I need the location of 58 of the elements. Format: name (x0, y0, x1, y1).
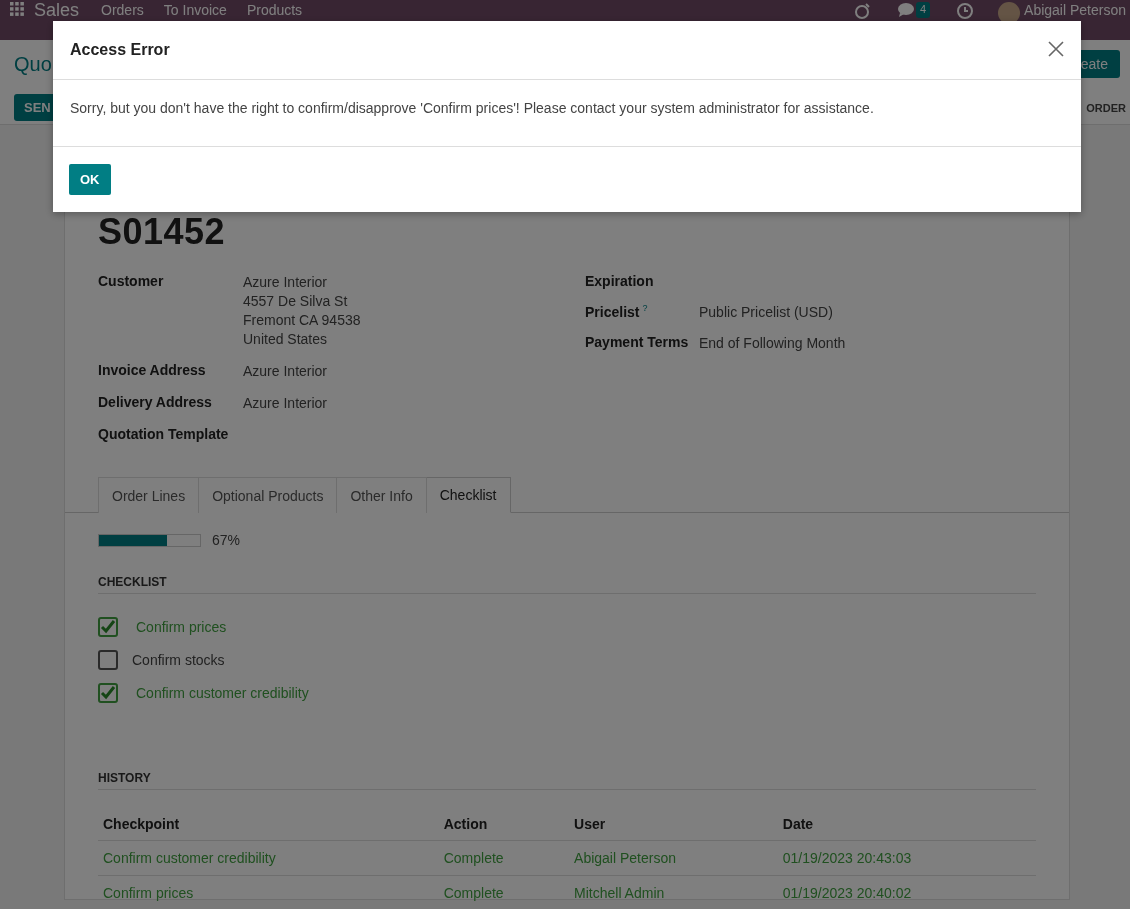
dialog-message: Sorry, but you don't have the right to confirm/disapprove 'Confirm prices'! Please contact your system administrator for assistance. (70, 100, 874, 116)
chat-icon[interactable] (896, 2, 915, 18)
checklist-label[interactable]: Confirm prices (136, 618, 227, 635)
field-value: End of Following Month (699, 335, 847, 351)
checklist-label[interactable]: Confirm stocks (132, 651, 225, 668)
table-cell: Abigail Peterson (569, 840, 778, 876)
table-cell: Confirm customer credibility (98, 840, 439, 876)
user-name[interactable]: Abigail Peterson (1024, 2, 1126, 19)
column-header: Date (777, 806, 1036, 841)
field-value: Azure Interior (243, 274, 329, 290)
checkbox[interactable] (98, 616, 118, 637)
menu-item[interactable]: Orders (101, 2, 144, 19)
checklist-label[interactable]: Confirm customer credibility (136, 684, 309, 701)
tab[interactable]: Order Lines (98, 477, 200, 513)
column-header: Checkpoint (98, 806, 439, 841)
table-cell: Mitchell Admin (569, 875, 778, 909)
table-cell: 01/19/2023 20:43:03 (777, 840, 1036, 876)
order-button[interactable]: ORDER (1086, 95, 1126, 120)
activity-icon[interactable] (852, 2, 871, 20)
field-value: Azure Interior (243, 363, 329, 379)
field-value: United States (243, 331, 329, 347)
clock-icon[interactable] (956, 2, 975, 20)
field-label: Invoice Address (98, 362, 206, 378)
dialog-title: Access Error (70, 41, 170, 59)
column-header: Action (438, 806, 570, 841)
checkbox[interactable] (98, 682, 118, 703)
record-title: S01452 (98, 211, 227, 253)
table-cell: Complete (438, 840, 570, 876)
table-cell: 01/19/2023 20:40:02 (777, 875, 1036, 909)
tab[interactable]: Other Info (337, 477, 427, 513)
tab[interactable]: Checklist (426, 477, 511, 513)
breadcrumb[interactable]: Quo (14, 52, 52, 76)
column-header: User (569, 806, 778, 841)
field-value: Public Pricelist (USD) (699, 304, 834, 320)
field-label: Delivery Address (98, 394, 212, 410)
field-label: Customer (98, 273, 164, 289)
table-cell: Confirm prices (98, 875, 439, 909)
app-name[interactable]: Sales (34, 2, 80, 19)
user-avatar[interactable] (998, 2, 1021, 24)
section-title: CHECKLIST (98, 575, 1036, 594)
field-value: 4557 De Silva St (243, 293, 349, 309)
menu-item[interactable]: To Invoice (163, 2, 227, 19)
field-label: Quotation Template (98, 426, 229, 442)
apps-menu-icon[interactable] (10, 2, 24, 16)
checkbox[interactable] (98, 649, 118, 670)
field-value: Fremont CA 94538 (243, 312, 362, 328)
message-count-badge: 4 (915, 2, 931, 18)
field-label: Payment Terms (585, 334, 689, 350)
ok-button[interactable]: OK (69, 164, 111, 195)
table-cell: Complete (438, 875, 570, 909)
menu-item[interactable]: Products (246, 2, 303, 19)
help-tooltip[interactable]: ? (642, 303, 648, 313)
section-title: HISTORY (98, 771, 1036, 790)
field-label: Pricelist (585, 303, 640, 320)
field-label: Expiration (585, 273, 654, 289)
field-value: Azure Interior (243, 395, 329, 411)
progress-reading: 67% (212, 532, 241, 548)
tab[interactable]: Optional Products (199, 477, 338, 513)
